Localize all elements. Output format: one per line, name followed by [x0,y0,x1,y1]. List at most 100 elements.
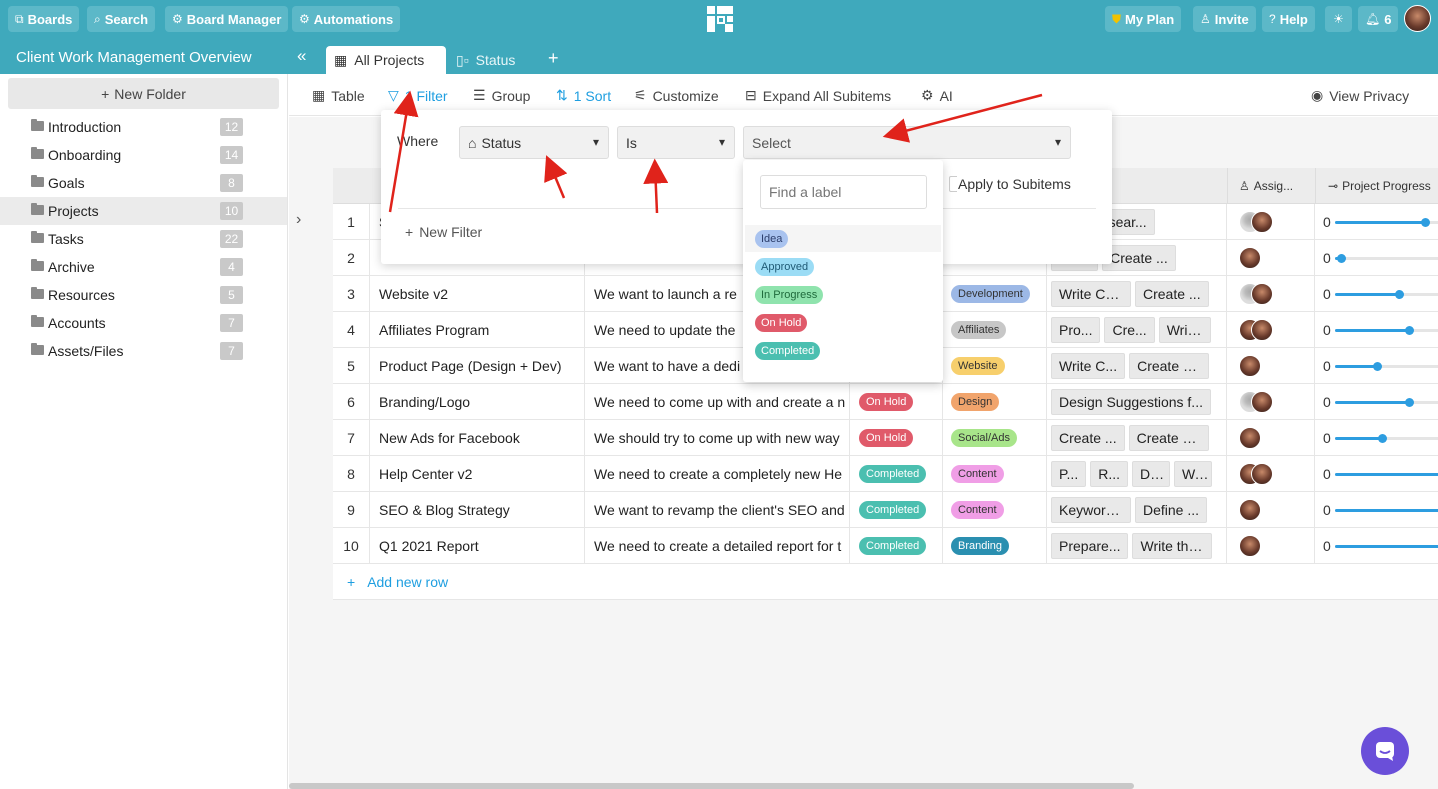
group-button[interactable]: ☰ Group [473,87,530,104]
progress-cell[interactable]: 0 [1315,312,1438,348]
collapse-sidebar-icon[interactable]: « [297,46,306,66]
table-row[interactable]: 10 Q1 2021 Report We need to create a deta… [333,528,1438,564]
tab-all-projects[interactable]: ▦ All Projects [326,46,446,74]
description-cell[interactable]: We want to revamp the client's SEO and [585,492,850,528]
label-option[interactable]: On Hold [755,314,808,332]
project-name-cell[interactable]: Help Center v2 [370,456,585,492]
progress-cell[interactable]: 0 [1315,204,1438,240]
sidebar-folder[interactable]: Onboarding 14 [0,141,287,169]
project-name-cell[interactable]: New Ads for Facebook [370,420,585,456]
sidebar-folder[interactable]: Projects 10 [0,197,287,225]
subitem-chip[interactable]: Cre... [1104,317,1155,343]
my-plan-button[interactable]: ⛊ My Plan [1105,6,1182,32]
view-privacy-button[interactable]: ◉ View Privacy [1311,87,1409,104]
progress-knob[interactable] [1372,362,1382,371]
project-name-cell[interactable]: SEO & Blog Strategy [370,492,585,528]
assignee-cell[interactable] [1227,312,1315,348]
progress-cell[interactable]: 0 [1315,384,1438,420]
progress-knob[interactable] [1404,326,1414,335]
user-avatar[interactable] [1404,5,1431,32]
project-name-cell[interactable]: Product Page (Design + Dev) [370,348,585,384]
tag-cell[interactable]: Content [943,492,1047,528]
tag-cell[interactable]: Affiliates [943,312,1047,348]
subitem-chip[interactable]: Write the... [1132,533,1213,559]
project-name-cell[interactable]: Q1 2021 Report [370,528,585,564]
table-row[interactable]: 6 Branding/Logo We need to come up with an… [333,384,1438,420]
sort-button[interactable]: ⇅ 1 Sort [556,87,611,104]
subitem-chip[interactable]: P... [1051,461,1087,487]
subitem-chip[interactable]: Writ... [1158,317,1211,343]
label-option[interactable]: Idea [755,230,789,248]
sidebar-folder[interactable]: Goals 8 [0,169,287,197]
sidebar-folder[interactable]: Tasks 22 [0,225,287,253]
subitem-chip[interactable]: W... [1173,461,1212,487]
tab-status[interactable]: ▯▫ Status [448,46,538,74]
tag-cell[interactable]: Social/Ads [943,420,1047,456]
status-cell[interactable]: Completed [850,456,943,492]
subitem-chip[interactable]: Create N... [1128,425,1209,451]
subitem-chip[interactable]: Create ... [1051,425,1125,451]
progress-knob[interactable] [1404,398,1414,407]
filter-field-dropdown[interactable]: ⌂ Status ▾ [459,126,609,159]
subitem-chip[interactable]: Design Suggestions f... [1051,389,1211,415]
add-row-button[interactable]: + Add new row [333,564,1438,600]
subitem-chip[interactable]: Pro... [1051,317,1101,343]
add-view-icon[interactable]: + [548,48,559,69]
customize-button[interactable]: ⚟ Customize [634,87,719,104]
assignee-cell[interactable] [1227,384,1315,420]
label-option[interactable]: Approved [755,258,815,276]
app-logo[interactable] [706,5,734,33]
progress-knob[interactable] [1378,434,1388,443]
status-cell[interactable]: Completed [850,528,943,564]
header-progress[interactable]: ⊸ Project Progress [1315,168,1438,204]
tag-cell[interactable]: Website [943,348,1047,384]
assignee-cell[interactable] [1227,420,1315,456]
notifications-button[interactable]: 🔔︎ 6 [1358,6,1399,32]
tag-cell[interactable]: Content [943,456,1047,492]
description-cell[interactable]: We should try to come up with new way [585,420,850,456]
label-option[interactable]: Completed [755,342,821,360]
subitem-chip[interactable]: Write C... [1051,353,1126,379]
table-row[interactable]: 9 SEO & Blog Strategy We want to revamp th… [333,492,1438,528]
board-manager-button[interactable]: ⚙ Board Manager [165,6,289,32]
invite-button[interactable]: ♙ Invite [1193,6,1256,32]
assignee-cell[interactable] [1227,348,1315,384]
assignee-cell[interactable] [1227,204,1315,240]
subitem-chip[interactable]: Write Con... [1051,281,1131,307]
header-assignee[interactable]: ♙ Assig... [1227,168,1315,204]
project-name-cell[interactable]: Branding/Logo [370,384,585,420]
help-button[interactable]: ? Help [1262,6,1315,32]
boards-button[interactable]: ⧉ Boards [8,6,80,32]
subitem-chip[interactable]: Define ... [1135,497,1208,523]
subitem-chip[interactable]: De... [1131,461,1170,487]
table-row[interactable]: 7 New Ads for Facebook We should try to co… [333,420,1438,456]
new-filter-button[interactable]: + New Filter [405,224,482,240]
subitem-chip[interactable]: Create ... [1135,281,1209,307]
status-cell[interactable]: On Hold [850,384,943,420]
progress-cell[interactable]: 0 [1315,276,1438,312]
sidebar-folder[interactable]: Introduction 12 [0,113,287,141]
assignee-cell[interactable] [1227,240,1315,276]
chevron-right-icon[interactable]: › [296,211,301,229]
table-row[interactable]: 8 Help Center v2 We need to create a compl… [333,456,1438,492]
tag-cell[interactable]: Design [943,384,1047,420]
label-option[interactable]: In Progress [755,286,824,304]
description-cell[interactable]: We need to create a completely new He [585,456,850,492]
tag-cell[interactable]: Development [943,276,1047,312]
subitem-chip[interactable]: Keyword ... [1051,497,1131,523]
status-cell[interactable]: On Hold [850,420,943,456]
description-cell[interactable]: We need to create a detailed report for … [585,528,850,564]
assignee-cell[interactable] [1227,492,1315,528]
progress-knob[interactable] [1394,290,1404,299]
search-button[interactable]: ⌕ Search [87,6,156,32]
tag-cell[interactable]: Branding [943,528,1047,564]
sidebar-folder[interactable]: Archive 4 [0,253,287,281]
expand-subitems-button[interactable]: ⊟ Expand All Subitems [745,87,891,104]
table-view-button[interactable]: ▦ Table [312,87,365,104]
sidebar-folder[interactable]: Resources 5 [0,281,287,309]
progress-knob[interactable] [1336,254,1346,263]
find-label-input[interactable] [760,175,927,209]
ai-button[interactable]: ⚙ AI [921,87,953,104]
subitem-chip[interactable]: R... [1090,461,1128,487]
filter-operator-dropdown[interactable]: Is ▾ [617,126,735,159]
